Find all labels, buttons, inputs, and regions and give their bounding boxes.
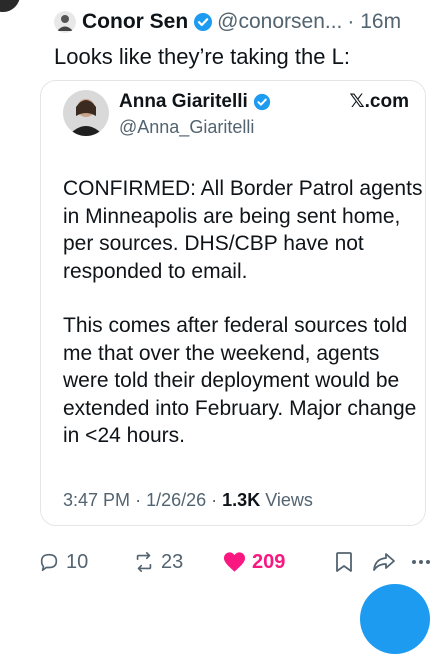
views-count: 1.3K [222,490,261,510]
quote-tweet-card[interactable]: Anna Giaritelli @Anna_Giaritelli 𝕏.com C… [40,80,426,526]
quote-author-name[interactable]: Anna Giaritelli [119,91,248,113]
quote-meta: 3:47 PM · 1/26/26 · 1.3K Views [63,490,313,511]
tweet-text: Looks like they’re taking the L: [54,44,350,69]
like-count: 209 [252,550,286,573]
tweet-header: Conor Sen @conorsen... · 16m [54,7,426,37]
verified-badge-icon [194,13,213,31]
bookmark-icon [336,552,352,572]
repost-count: 23 [161,550,184,573]
meta-separator: · [211,490,218,510]
more-button[interactable] [410,547,432,577]
repost-icon [136,552,152,572]
author-handle[interactable]: @conorsen... [217,10,342,34]
verified-badge-icon [253,93,270,111]
quote-paragraph: This comes after federal sources told me… [63,314,417,447]
heart-icon [223,552,246,572]
views-label: Views [265,490,313,510]
bookmark-button[interactable] [335,547,353,577]
meta-separator: · [135,490,142,510]
repost-button[interactable]: 23 [133,547,183,577]
quote-tweet-body: CONFIRMED: All Border Patrol agents in M… [63,175,423,450]
author-name[interactable]: Conor Sen [82,10,188,34]
compose-fab-button[interactable] [360,584,430,654]
quote-time[interactable]: 3:47 PM [63,490,130,510]
reply-button[interactable]: 10 [38,547,88,577]
share-icon [373,553,395,571]
partial-avatar [0,0,20,12]
share-button[interactable] [372,547,396,577]
quote-author-handle[interactable]: @Anna_Giaritelli [119,117,254,138]
tweet-timestamp[interactable]: · 16m [347,10,401,34]
quote-paragraph: CONFIRMED: All Border Patrol agents in M… [63,177,423,283]
like-button[interactable]: 209 [223,547,285,577]
reply-icon [40,553,58,572]
more-icon [412,560,430,564]
action-bar: 10 23 209 [0,547,435,577]
source-link[interactable]: 𝕏.com [349,90,409,113]
quote-author-avatar[interactable] [63,90,109,136]
author-avatar[interactable] [54,11,76,33]
quote-author-row: Anna Giaritelli [119,91,271,113]
quote-date[interactable]: 1/26/26 [146,490,206,510]
reply-count: 10 [66,550,89,573]
